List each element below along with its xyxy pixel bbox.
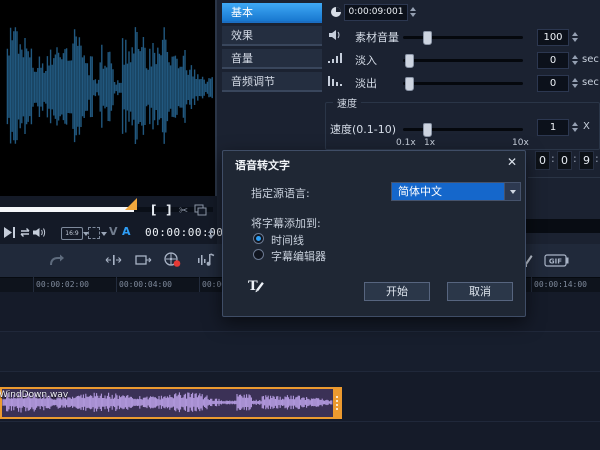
loop-icon[interactable] bbox=[19, 227, 33, 238]
clock-icon bbox=[330, 6, 342, 18]
source-language-label: 指定源语言: bbox=[251, 185, 310, 201]
speed-group-title: 速度 bbox=[333, 95, 361, 110]
selection-dropdown-arrow-icon[interactable] bbox=[101, 232, 107, 236]
video-toggle[interactable]: V bbox=[109, 225, 118, 238]
fade-out-slider[interactable] bbox=[403, 82, 523, 85]
duration-digit-seconds[interactable]: 9 bbox=[579, 151, 594, 170]
duration-digit-hours[interactable]: 0 bbox=[535, 151, 550, 170]
source-language-value: 简体中文 bbox=[392, 183, 504, 200]
clip-volume-value[interactable]: 100 bbox=[537, 29, 569, 46]
speaker-icon bbox=[328, 29, 342, 41]
radio-subtitle-editor[interactable] bbox=[253, 249, 264, 260]
audio-toggle[interactable]: A bbox=[122, 225, 131, 238]
start-button[interactable]: 开始 bbox=[364, 282, 430, 301]
clip-duration-field[interactable]: 0:00:09:001 bbox=[344, 4, 408, 21]
duration-stepper[interactable] bbox=[408, 4, 417, 19]
preview-waveform bbox=[0, 0, 215, 196]
duration-colon: : bbox=[573, 152, 577, 165]
duration-colon: : bbox=[551, 152, 555, 165]
fade-out-label: 淡出 bbox=[355, 75, 377, 91]
speed-mark-max: 10x bbox=[512, 138, 529, 148]
fade-in-slider[interactable] bbox=[403, 59, 523, 62]
source-language-select[interactable]: 简体中文 bbox=[391, 182, 521, 201]
aspect-ratio-selector[interactable]: 16:9 bbox=[61, 227, 83, 240]
cancel-button[interactable]: 取消 bbox=[447, 282, 513, 301]
radio-subtitle-editor-label: 字幕编辑器 bbox=[271, 248, 326, 264]
speed-slider-thumb[interactable] bbox=[423, 123, 432, 137]
audio-clip[interactable]: WindDown.wav bbox=[0, 387, 342, 419]
clip-volume-slider-thumb[interactable] bbox=[423, 31, 432, 45]
mark-in-button[interactable]: [ bbox=[151, 203, 156, 217]
fade-out-value[interactable]: 0 bbox=[537, 75, 569, 92]
scissors-icon[interactable]: ✂ bbox=[179, 204, 188, 217]
duration-colon: : bbox=[595, 152, 599, 165]
speed-mark-1x: 1x bbox=[424, 138, 435, 148]
gif-label: GIF bbox=[549, 258, 562, 266]
speed-stepper[interactable] bbox=[570, 119, 579, 134]
speed-mark-min: 0.1x bbox=[396, 138, 416, 148]
playhead-timecode: 00:00:00:000 bbox=[145, 226, 230, 239]
fade-out-icon bbox=[327, 75, 343, 87]
speed-unit: X bbox=[583, 121, 590, 132]
scrub-bar-fill bbox=[0, 207, 134, 212]
speed-slider[interactable] bbox=[403, 128, 523, 131]
fade-in-value[interactable]: 0 bbox=[537, 52, 569, 69]
system-volume-icon[interactable] bbox=[33, 227, 46, 238]
duration-digit-minutes[interactable]: 0 bbox=[557, 151, 572, 170]
ruler-label: 00:00:04:00 bbox=[119, 280, 172, 289]
fade-in-unit: sec bbox=[582, 54, 599, 65]
ruler-label: 00:00:14:00 bbox=[534, 280, 587, 289]
timecode-stepper[interactable] bbox=[206, 226, 215, 241]
scrub-marker[interactable] bbox=[125, 198, 137, 210]
clip-volume-stepper[interactable] bbox=[570, 29, 579, 44]
radio-timeline[interactable] bbox=[253, 233, 264, 244]
gif-export-icon[interactable]: GIF bbox=[544, 253, 569, 268]
preview-monitor bbox=[0, 0, 215, 196]
fade-in-label: 淡入 bbox=[355, 52, 377, 68]
panel-divider bbox=[528, 177, 600, 178]
fade-in-stepper[interactable] bbox=[570, 52, 579, 67]
fade-in-icon bbox=[327, 52, 343, 64]
record-capture-icon[interactable] bbox=[164, 252, 181, 267]
selection-tool-icon[interactable] bbox=[88, 227, 100, 239]
tab-audio-adjust[interactable]: 音频调节 bbox=[222, 72, 322, 92]
split-view-icon[interactable] bbox=[194, 204, 207, 216]
speed-label: 速度(0.1-10) bbox=[330, 121, 396, 137]
clip-volume-label: 素材音量 bbox=[355, 29, 399, 45]
overlay-frame-icon[interactable] bbox=[135, 254, 152, 266]
play-to-end-icon[interactable] bbox=[4, 227, 16, 238]
app-window: 基本 效果 音量 音频调节 0:00:09:001 素材音量 100 淡入 0 … bbox=[0, 0, 600, 450]
fade-out-unit: sec bbox=[582, 77, 599, 88]
tab-volume[interactable]: 音量 bbox=[222, 49, 322, 69]
dialog-title: 语音转文字 bbox=[235, 157, 290, 173]
fade-out-slider-thumb[interactable] bbox=[405, 77, 414, 91]
chevron-down-icon[interactable] bbox=[504, 183, 520, 200]
clip-trim-handle[interactable] bbox=[333, 389, 340, 417]
tab-effects[interactable]: 效果 bbox=[222, 26, 322, 46]
speed-value[interactable]: 1 bbox=[537, 119, 569, 136]
mark-out-button[interactable]: ] bbox=[166, 203, 171, 217]
close-icon[interactable]: ✕ bbox=[507, 155, 517, 169]
redo-icon[interactable] bbox=[49, 253, 65, 267]
clip-volume-slider[interactable] bbox=[403, 36, 523, 39]
sound-mixer-icon[interactable] bbox=[197, 253, 215, 267]
radio-timeline-label: 时间线 bbox=[271, 232, 304, 248]
ruler-label: 00:00:02:00 bbox=[36, 280, 89, 289]
clip-name: WindDown.wav bbox=[0, 390, 68, 400]
fade-in-slider-thumb[interactable] bbox=[405, 54, 414, 68]
text-options-icon[interactable]: T bbox=[247, 277, 265, 293]
track-row bbox=[0, 332, 600, 371]
speech-to-text-dialog: 语音转文字 ✕ 指定源语言: 简体中文 将字幕添加到: 时间线 字幕编辑器 T … bbox=[222, 150, 526, 317]
fit-timeline-icon[interactable] bbox=[105, 254, 122, 266]
fade-out-stepper[interactable] bbox=[570, 75, 579, 90]
panel-dark-band bbox=[525, 219, 600, 233]
tab-basic[interactable]: 基本 bbox=[222, 3, 322, 23]
add-subtitles-to-label: 将字幕添加到: bbox=[251, 215, 321, 231]
